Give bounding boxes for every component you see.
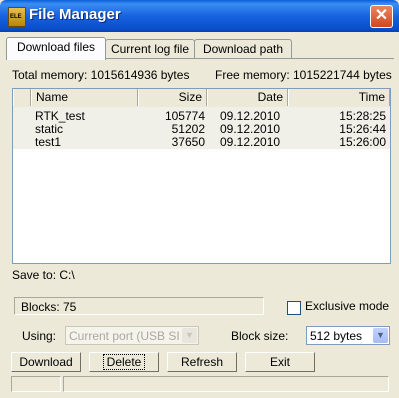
status-panel-main (63, 376, 389, 392)
file-date: 09.12.2010 (220, 135, 281, 149)
header-spacer (13, 89, 31, 106)
title-bar: ELE File Manager ✕ (0, 0, 399, 32)
file-list[interactable]: Name Size Date Time RTK_test 105774 09.1… (12, 88, 391, 264)
column-header-name[interactable]: Name (31, 89, 138, 106)
exit-button-label: Exit (269, 355, 290, 369)
status-panel-left (11, 376, 61, 392)
save-to-label: Save to: C:\ (12, 268, 75, 282)
refresh-button-label: Refresh (180, 355, 224, 369)
status-bar (11, 376, 391, 393)
close-button[interactable]: ✕ (370, 5, 393, 28)
free-memory-label: Free memory: 1015221744 bytes (215, 68, 392, 82)
delete-button[interactable]: Delete (89, 352, 159, 372)
tab-download-files[interactable]: Download files (6, 37, 106, 60)
using-label: Using: (22, 329, 57, 343)
delete-button-label: Delete (102, 354, 146, 370)
file-row[interactable]: test1 37650 09.12.2010 15:26:00 (13, 136, 390, 149)
tab-download-path[interactable]: Download path (194, 39, 292, 59)
file-size: 37650 (171, 135, 205, 149)
file-name: test1 (35, 135, 62, 149)
tab-current-log-file[interactable]: Current log file (105, 39, 195, 59)
block-size-select[interactable]: 512 bytes ▼ (306, 326, 390, 345)
column-header-date[interactable]: Date (207, 89, 288, 106)
exit-button[interactable]: Exit (245, 352, 315, 372)
exclusive-mode-label[interactable]: Exclusive mode (305, 299, 389, 313)
file-time: 15:26:00 (339, 135, 386, 149)
file-list-header: Name Size Date Time (13, 89, 390, 108)
column-header-time[interactable]: Time (288, 89, 390, 106)
column-header-size[interactable]: Size (138, 89, 207, 106)
using-port-value: Current port (USB SI (69, 329, 180, 343)
block-size-value: 512 bytes (310, 329, 363, 343)
exclusive-mode-checkbox[interactable] (287, 301, 301, 315)
window-title: File Manager (29, 6, 121, 23)
total-memory-label: Total memory: 1015614936 bytes (12, 68, 190, 82)
block-size-label: Block size: (231, 329, 289, 343)
download-button[interactable]: Download (11, 352, 81, 372)
blocks-count: Blocks: 75 (14, 297, 264, 315)
app-icon-label: ELE (10, 14, 22, 20)
close-icon: ✕ (374, 7, 389, 24)
chevron-down-icon: ▼ (182, 328, 197, 343)
using-port-select: Current port (USB SI ▼ (65, 326, 199, 345)
chevron-down-icon[interactable]: ▼ (373, 328, 388, 343)
download-button-label: Download (19, 355, 73, 369)
refresh-button[interactable]: Refresh (167, 352, 237, 372)
app-icon: ELE (8, 7, 26, 27)
file-manager-window: ELE File Manager ✕ Download files Curren… (0, 0, 399, 398)
